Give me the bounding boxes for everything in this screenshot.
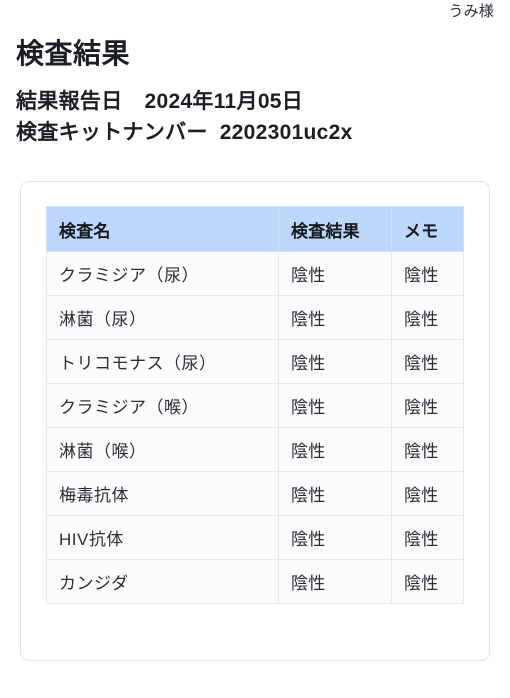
table-row: トリコモナス（尿） 陰性 陰性 (46, 339, 464, 384)
page-header: 検査結果 結果報告日 2024年11月05日 検査キットナンバー 2202301uc… (16, 36, 494, 148)
table-row: 梅毒抗体 陰性 陰性 (46, 471, 464, 516)
cell-memo: 陰性 (391, 339, 464, 384)
kit-number-line: 検査キットナンバー 2202301uc2x (16, 117, 494, 148)
report-date-line: 結果報告日 2024年11月05日 (16, 86, 494, 117)
page-title: 検査結果 (16, 38, 131, 69)
cell-memo: 陰性 (391, 559, 464, 604)
table-head: 検査名 検査結果 メモ (46, 206, 464, 252)
cell-test-name: カンジダ (46, 559, 279, 604)
cell-test-result: 陰性 (278, 515, 392, 560)
results-card: 検査名 検査結果 メモ クラミジア（尿） 陰性 陰性 淋菌（尿） 陰性 陰性 トリコモナス（… (20, 181, 490, 661)
cell-memo: 陰性 (391, 515, 464, 560)
report-date-value: 2024年11月05日 (144, 90, 304, 113)
table-row: 淋菌（喉） 陰性 陰性 (46, 427, 464, 472)
cell-test-result: 陰性 (278, 339, 392, 384)
kit-number-label: 検査キットナンバー (16, 121, 208, 144)
table-header-row: 検査名 検査結果 メモ (46, 206, 464, 252)
kit-number-value: 2202301uc2x (219, 121, 353, 144)
cell-test-result: 陰性 (278, 559, 392, 604)
cell-test-name: HIV抗体 (46, 515, 279, 560)
column-header-test-result: 検査結果 (278, 206, 392, 252)
table-body: クラミジア（尿） 陰性 陰性 淋菌（尿） 陰性 陰性 トリコモナス（尿） 陰性 陰性 クラミジア（… (46, 251, 464, 604)
cell-test-name: 淋菌（喉） (46, 427, 279, 472)
cell-test-result: 陰性 (278, 471, 392, 516)
user-name-label: うみ様 (448, 3, 494, 20)
cell-test-result: 陰性 (278, 383, 392, 428)
table-row: カンジダ 陰性 陰性 (46, 559, 464, 604)
cell-test-result: 陰性 (278, 427, 392, 472)
cell-test-result: 陰性 (278, 251, 392, 296)
cell-memo: 陰性 (391, 383, 464, 428)
report-date-label: 結果報告日 (16, 90, 123, 113)
results-table: 検査名 検査結果 メモ クラミジア（尿） 陰性 陰性 淋菌（尿） 陰性 陰性 トリコモナス（… (46, 206, 464, 604)
cell-test-name: 淋菌（尿） (46, 295, 279, 340)
cell-test-result: 陰性 (278, 295, 392, 340)
table-row: クラミジア（喉） 陰性 陰性 (46, 383, 464, 428)
column-header-memo: メモ (391, 206, 464, 252)
cell-test-name: クラミジア（尿） (46, 251, 279, 296)
cell-memo: 陰性 (391, 251, 464, 296)
table-row: クラミジア（尿） 陰性 陰性 (46, 251, 464, 296)
cell-memo: 陰性 (391, 471, 464, 516)
cell-memo: 陰性 (391, 427, 464, 472)
cell-test-name: 梅毒抗体 (46, 471, 279, 516)
cell-test-name: トリコモナス（尿） (46, 339, 279, 384)
table-row: HIV抗体 陰性 陰性 (46, 515, 464, 560)
results-page: うみ様 検査結果 結果報告日 2024年11月05日 検査キットナンバー 22023… (0, 0, 510, 698)
cell-memo: 陰性 (391, 295, 464, 340)
table-row: 淋菌（尿） 陰性 陰性 (46, 295, 464, 340)
column-header-test-name: 検査名 (46, 206, 279, 252)
cell-test-name: クラミジア（喉） (46, 383, 279, 428)
